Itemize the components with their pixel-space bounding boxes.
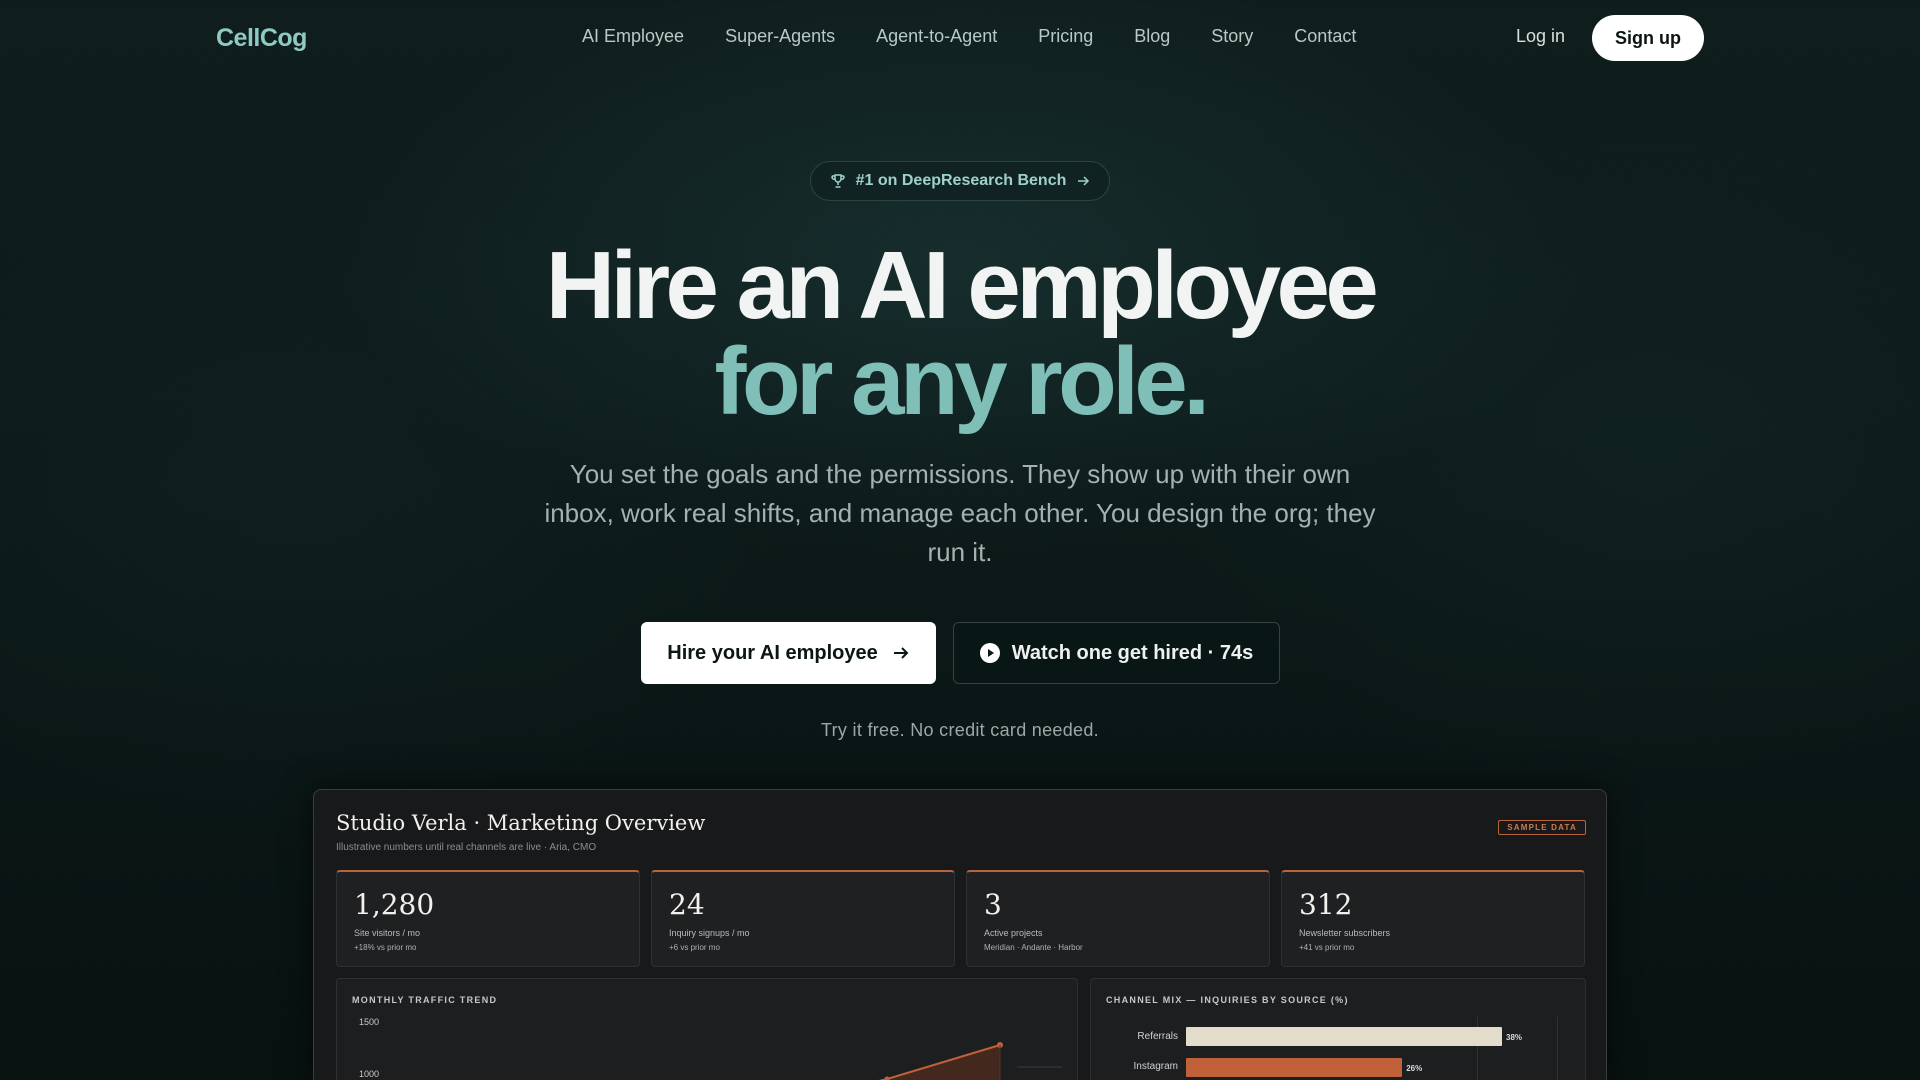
kpi-delta: +18% vs prior mo [354, 943, 417, 952]
top-nav: CellCog AI Employee Super-Agents Agent-t… [0, 0, 1920, 76]
badge-label: #1 on DeepResearch Bench [855, 172, 1067, 189]
bar-referrals [1186, 1027, 1502, 1046]
logo[interactable]: CellCog [216, 24, 307, 53]
kpi-label: Newsletter subscribers [1299, 928, 1391, 938]
kpi-label: Inquiry signups / mo [669, 928, 750, 938]
dashboard-subtitle: Illustrative numbers until real channels… [336, 842, 597, 853]
nav-link-contact[interactable]: Contact [1294, 26, 1356, 47]
watch-video-label: Watch one get hired · 74s [1011, 641, 1254, 664]
play-icon [979, 643, 1000, 663]
hero-title-line1: Hire an AI employee [545, 232, 1379, 339]
nav-link-agent-to-agent[interactable]: Agent-to-Agent [876, 26, 997, 47]
hire-cta-button[interactable]: Hire your AI employee [641, 622, 936, 684]
kpi-card: 24 Inquiry signups / mo +6 vs prior mo [651, 870, 955, 967]
kpi-row: 1,280 Site visitors / mo +18% vs prior m… [336, 870, 1585, 967]
login-link[interactable]: Log in [1516, 26, 1565, 47]
trophy-icon [830, 174, 845, 188]
kpi-delta: Meridian · Andante · Harbor [984, 943, 1083, 952]
bar-label-instagram: Instagram [1133, 1061, 1178, 1072]
hire-cta-label: Hire your AI employee [667, 641, 878, 664]
bar-value-referrals: 38% [1506, 1033, 1523, 1042]
dashboard-title: Studio Verla · Marketing Overview [336, 811, 706, 835]
kpi-value: 1,280 [354, 888, 435, 921]
kpi-value: 24 [669, 888, 705, 921]
arrow-right-icon [1078, 176, 1090, 186]
hero-title-line2: for any role. [714, 328, 1210, 435]
bar-label-referrals: Referrals [1137, 1031, 1178, 1042]
hero-subtitle: You set the goals and the permissions. T… [544, 459, 1376, 567]
benchmark-badge[interactable]: #1 on DeepResearch Bench [810, 161, 1110, 201]
traffic-line-chart [878, 1042, 1062, 1080]
gridline [1557, 1017, 1558, 1080]
nav-link-blog[interactable]: Blog [1134, 26, 1170, 47]
dashboard-preview: Studio Verla · Marketing Overview Illust… [313, 789, 1607, 1080]
kpi-card: 3 Active projects Meridian · Andante · H… [966, 870, 1270, 967]
free-trial-note: Try it free. No credit card needed. [821, 720, 1099, 740]
nav-links: AI Employee Super-Agents Agent-to-Agent … [582, 26, 1397, 47]
sample-data-badge: SAMPLE DATA [1498, 820, 1586, 835]
nav-link-super-agents[interactable]: Super-Agents [725, 26, 835, 47]
kpi-label: Active projects [984, 928, 1043, 938]
traffic-trend-card: MONTHLY TRAFFIC TREND 1500 1000 [336, 978, 1078, 1080]
arrow-right-icon [893, 647, 909, 659]
kpi-delta: +41 vs prior mo [1299, 943, 1355, 952]
channel-mix-card: CHANNEL MIX — INQUIRIES BY SOURCE (%) Re… [1090, 978, 1586, 1080]
kpi-delta: +6 vs prior mo [669, 943, 720, 952]
kpi-value: 3 [984, 888, 1002, 921]
kpi-card: 312 Newsletter subscribers +41 vs prior … [1281, 870, 1585, 967]
kpi-card: 1,280 Site visitors / mo +18% vs prior m… [336, 870, 640, 967]
mix-card-heading: CHANNEL MIX — INQUIRIES BY SOURCE (%) [1106, 995, 1349, 1005]
nav-link-story[interactable]: Story [1211, 26, 1253, 47]
bar-value-instagram: 26% [1406, 1064, 1423, 1073]
kpi-label: Site visitors / mo [354, 928, 421, 938]
nav-link-ai-employee[interactable]: AI Employee [582, 26, 684, 47]
watch-video-button[interactable]: Watch one get hired · 74s [953, 622, 1280, 684]
signup-button[interactable]: Sign up [1592, 15, 1704, 61]
nav-link-pricing[interactable]: Pricing [1038, 26, 1093, 47]
bar-instagram [1186, 1058, 1403, 1077]
kpi-value: 312 [1299, 888, 1353, 921]
